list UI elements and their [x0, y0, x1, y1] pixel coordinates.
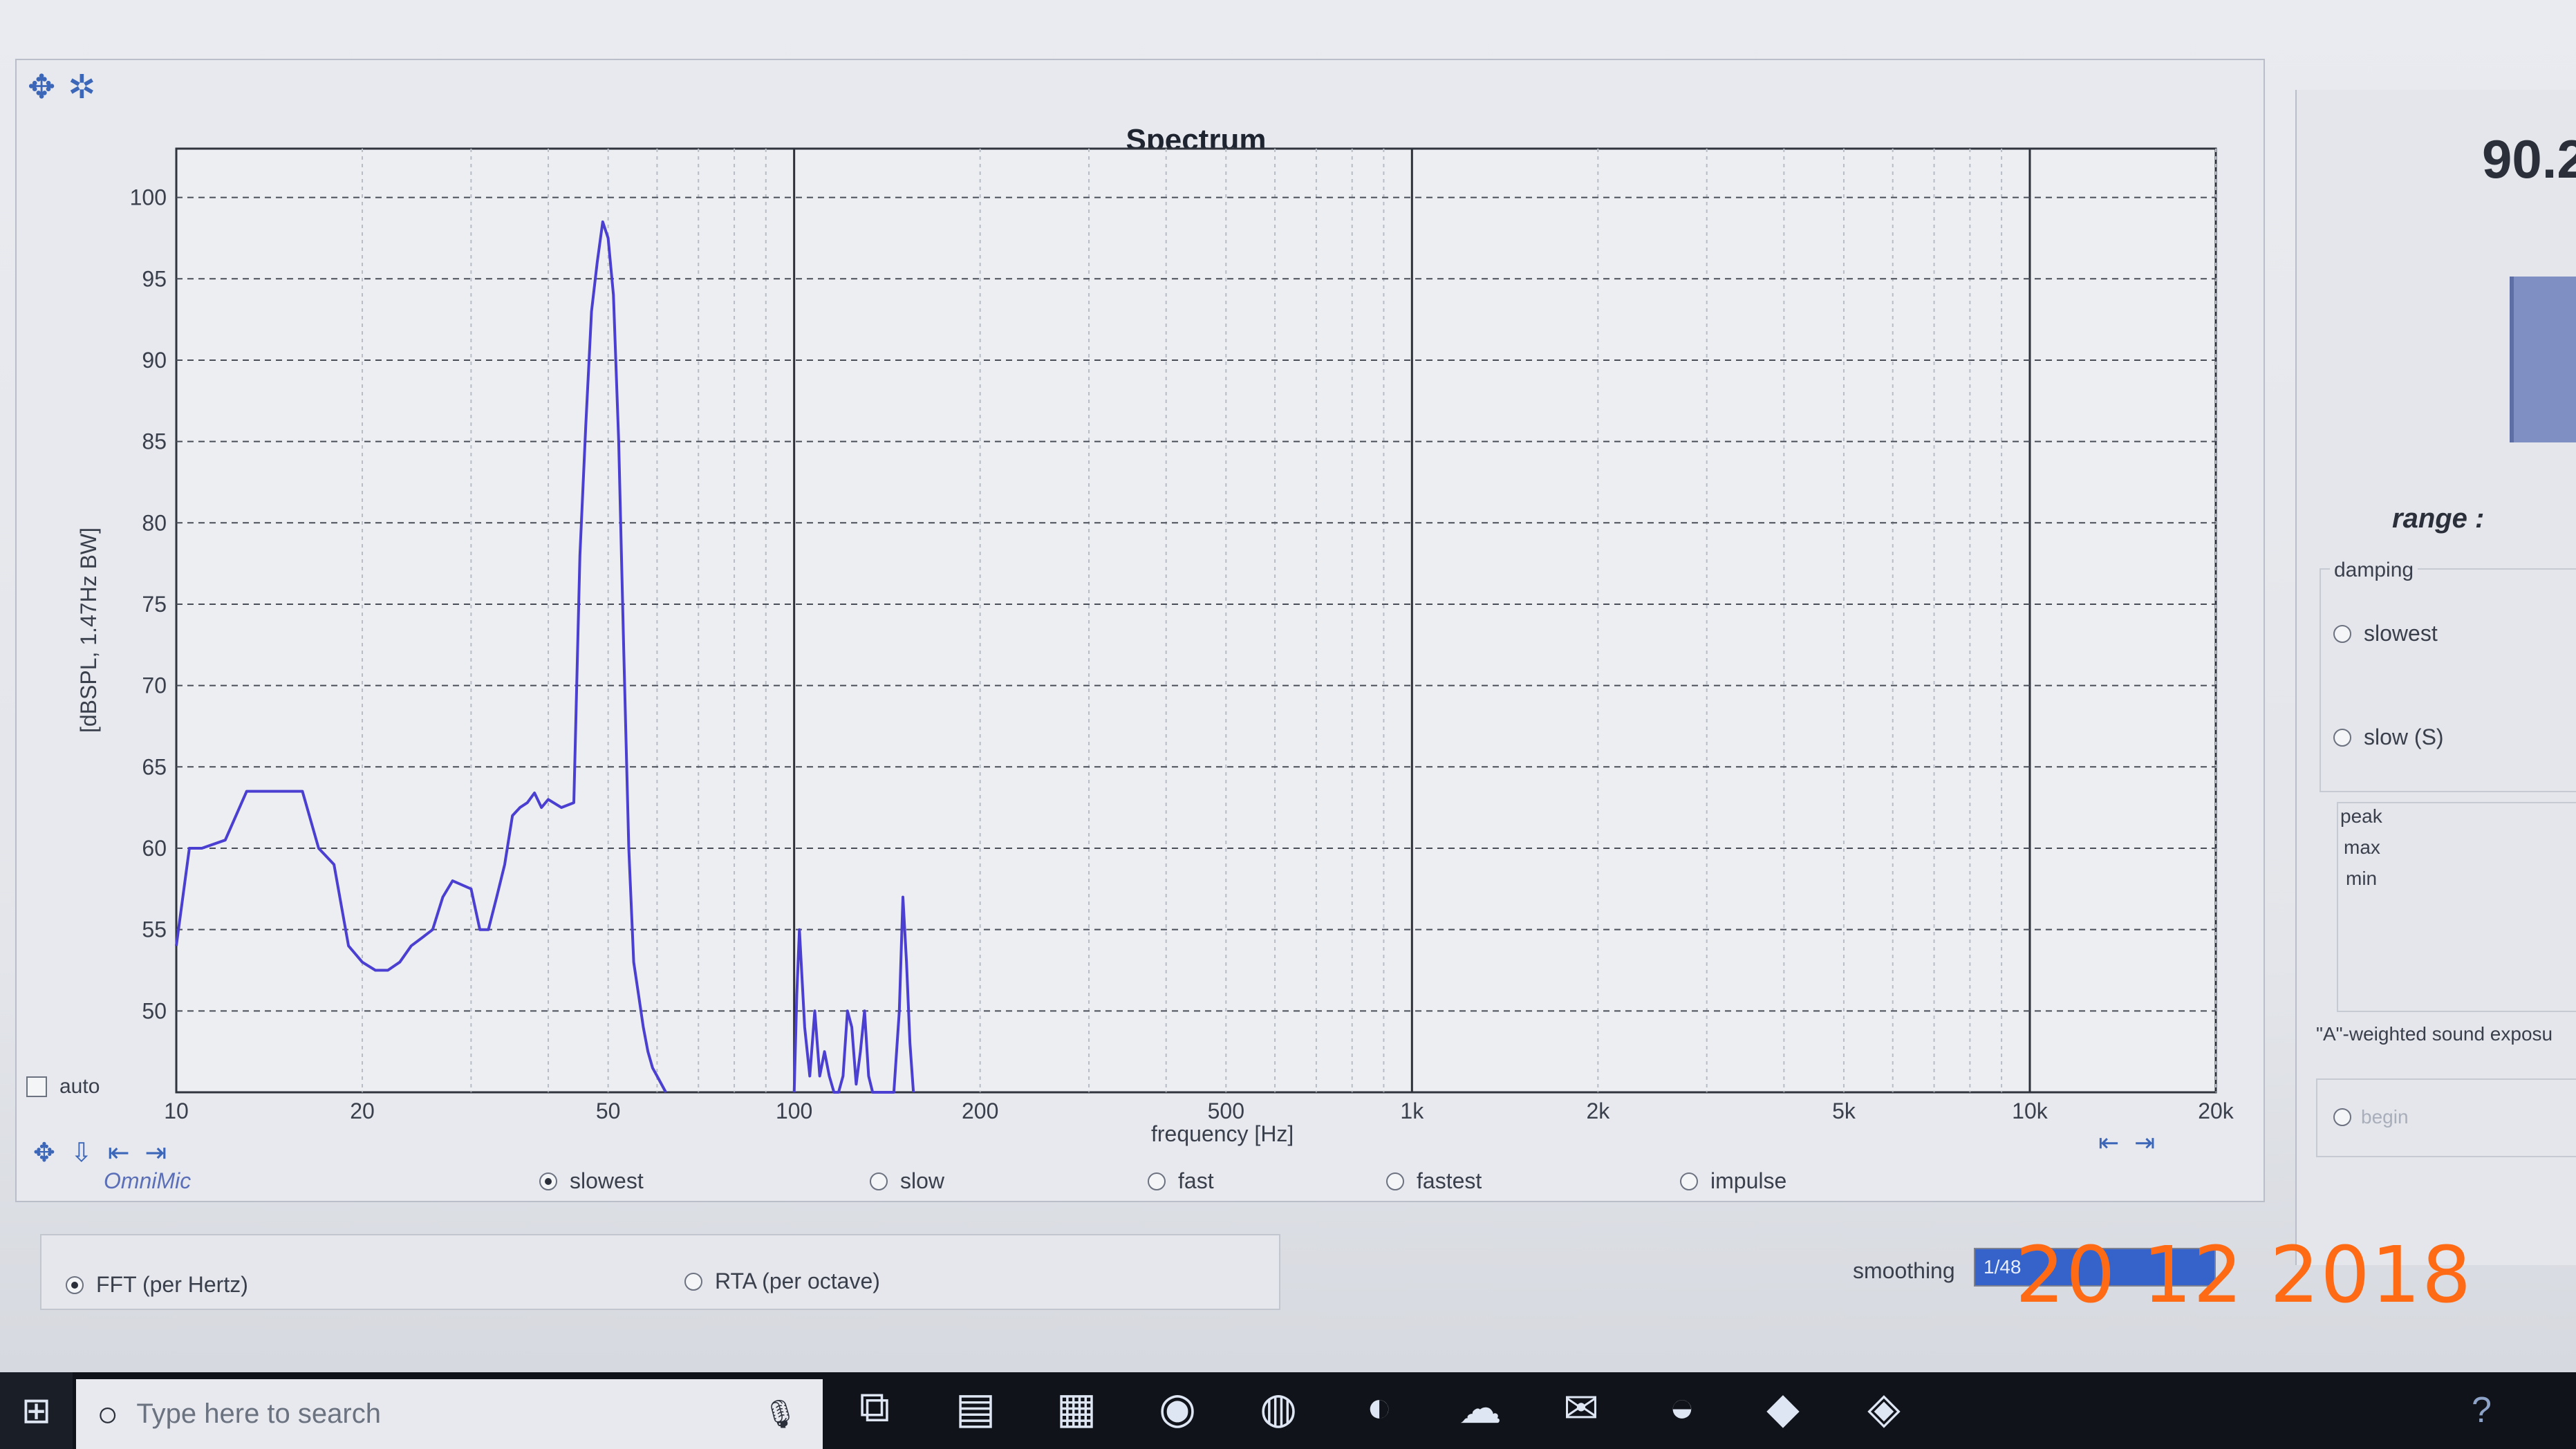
stats-box [2337, 802, 2576, 1012]
damping-slowest-label: slowest [570, 1168, 644, 1193]
camera-icon[interactable]: ◉ [1146, 1383, 1208, 1433]
x-tick-label: 2k [1586, 1099, 1610, 1123]
taskbar-apps: ⧉ ▤ ▦ ◉ ◍ ◐ ☁ ✉ ◒ ◆ ◈ [843, 1383, 1915, 1433]
x-tick-label: 20 [350, 1099, 375, 1123]
damping-impulse[interactable]: impulse [1680, 1168, 1786, 1194]
a-weighted-label: "A"-weighted sound exposu [2316, 1023, 2553, 1045]
help-icon[interactable]: ? [2472, 1390, 2492, 1431]
mode-fft-label: FFT (per Hertz) [96, 1272, 248, 1297]
date-stamp: 20 12 2018 [2015, 1231, 2473, 1320]
y-tick-label: 90 [142, 348, 167, 373]
stat-min: min [2346, 868, 2378, 889]
auto-checkbox-label: auto [59, 1075, 100, 1098]
store-icon[interactable]: ▦ [1045, 1383, 1108, 1433]
expand-h-icon[interactable]: ⇥ [145, 1137, 167, 1168]
damping-slow-label: slow [900, 1168, 945, 1193]
damping-impulse-label: impulse [1710, 1168, 1787, 1193]
side-damping-slowest-label: slowest [2364, 621, 2438, 646]
x-axis-label: frequency [Hz] [1151, 1121, 1294, 1146]
shrink-h-icon[interactable]: ⇤ [108, 1137, 130, 1168]
side-damping-title: damping [2330, 559, 2418, 582]
damping-fastest-label: fastest [1417, 1168, 1482, 1193]
y-tick-label: 95 [142, 266, 167, 291]
acrobat-icon[interactable]: ◆ [1752, 1383, 1814, 1433]
radio-dot[interactable] [684, 1272, 702, 1291]
radio-dot[interactable] [2333, 624, 2351, 643]
radio-dot[interactable] [1680, 1172, 1698, 1190]
mail-icon[interactable]: ✉ [1550, 1383, 1612, 1433]
side-damping-slow[interactable]: slow (S) [2333, 724, 2444, 750]
weather-icon[interactable]: ☁ [1449, 1383, 1511, 1433]
hp-icon[interactable]: ◍ [1247, 1383, 1309, 1433]
file-explorer-icon[interactable]: ▤ [944, 1383, 1007, 1433]
down-arrow-icon[interactable]: ⇩ [71, 1137, 93, 1168]
auto-checkbox-box[interactable] [26, 1076, 47, 1097]
side-damping-slowest[interactable]: slowest [2333, 621, 2438, 646]
mode-rta[interactable]: RTA (per octave) [684, 1269, 880, 1294]
damping-fastest[interactable]: fastest [1386, 1168, 1482, 1194]
x-tick-label: 50 [596, 1099, 621, 1123]
radio-dot[interactable] [1386, 1172, 1404, 1190]
y-tick-label: 85 [142, 429, 167, 454]
side-damping-box [2320, 568, 2576, 792]
radio-dot[interactable] [539, 1172, 557, 1190]
shrink-h-icon[interactable]: ⇤ [2098, 1128, 2119, 1157]
stat-max: max [2344, 836, 2380, 858]
omnimic-window: ✥ ✲ Spectrum 50 55 60 65 70 75 80 85 90 95 100 10 20… [0, 0, 2576, 1372]
y-tick-label: 80 [142, 510, 167, 535]
range-label: range : [2392, 503, 2485, 534]
x-tick-label: 200 [962, 1099, 998, 1123]
omnimic-logo: OmniMic [104, 1168, 192, 1193]
up-arrow-icon[interactable]: ✥ [33, 1137, 55, 1168]
begin-radio[interactable]: begin [2333, 1106, 2409, 1128]
side-damping-slow-label: slow (S) [2364, 724, 2444, 749]
spl-reading: 90.2 [2482, 129, 2576, 189]
left-scale-controls: ✥ ⇩ ⇤ ⇥ [33, 1137, 167, 1168]
app-icon[interactable]: ◈ [1853, 1383, 1915, 1433]
begin-label: begin [2361, 1106, 2409, 1128]
radio-dot[interactable] [2333, 1108, 2351, 1126]
x-tick-label: 5k [1832, 1099, 1856, 1123]
x-tick-label: 100 [776, 1099, 812, 1123]
x-tick-label: 10k [2012, 1099, 2048, 1123]
damping-fast-label: fast [1178, 1168, 1214, 1193]
y-tick-label: 55 [142, 917, 167, 942]
amazon-icon[interactable]: ◐ [1348, 1383, 1410, 1433]
spectrum-chart: 50 55 60 65 70 75 80 85 90 95 100 10 20 50 100 200 500 1k… [130, 147, 2234, 1123]
search-icon: ○ [97, 1394, 119, 1434]
y-tick-label: 65 [142, 754, 167, 779]
mode-fft[interactable]: FFT (per Hertz) [66, 1272, 248, 1298]
smoothing-label: smoothing [1853, 1258, 1955, 1283]
radio-dot[interactable] [66, 1275, 84, 1294]
y-tick-label: 100 [130, 185, 167, 210]
stat-peak: peak [2340, 805, 2382, 827]
x-tick-label: 10 [164, 1099, 189, 1123]
taskbar-search[interactable]: ○ Type here to search 🎙 [76, 1379, 823, 1449]
level-meter [2510, 277, 2576, 442]
radio-dot[interactable] [870, 1172, 888, 1190]
x-tick-label: 20k [2198, 1099, 2234, 1123]
y-tick-label: 60 [142, 836, 167, 861]
damping-fast[interactable]: fast [1148, 1168, 1214, 1194]
microphone-icon[interactable]: 🎙 [763, 1398, 798, 1430]
edge-icon[interactable]: ◒ [1651, 1383, 1713, 1433]
expand-h-icon[interactable]: ⇥ [2134, 1128, 2155, 1157]
damping-slow[interactable]: slow [870, 1168, 944, 1194]
task-view-icon[interactable]: ⧉ [843, 1383, 906, 1433]
x-tick-label: 1k [1400, 1099, 1424, 1123]
windows-start-icon[interactable]: ⊞ [0, 1372, 73, 1449]
search-placeholder: Type here to search [136, 1399, 381, 1429]
mode-rta-label: RTA (per octave) [715, 1269, 880, 1293]
damping-slowest[interactable]: slowest [539, 1168, 644, 1194]
radio-dot[interactable] [1148, 1172, 1166, 1190]
y-tick-label: 50 [142, 998, 167, 1023]
y-tick-label: 70 [142, 673, 167, 698]
y-tick-label: 75 [142, 592, 167, 617]
plot-area [175, 147, 2217, 1094]
x-tick-label: 500 [1208, 1099, 1244, 1123]
radio-dot[interactable] [2333, 728, 2351, 747]
auto-checkbox[interactable]: auto [26, 1075, 100, 1099]
y-axis-label: [dBSPL, 1.47Hz BW] [76, 527, 101, 733]
right-scale-controls: ⇤ ⇥ [2098, 1128, 2155, 1157]
